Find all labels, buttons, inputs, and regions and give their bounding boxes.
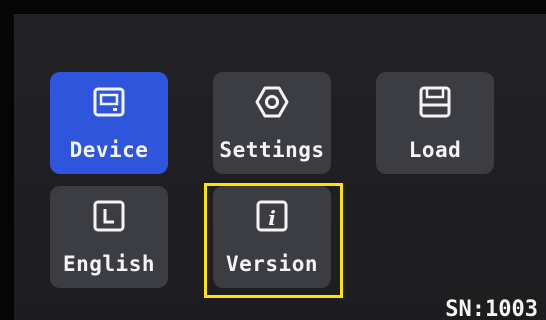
device-screen: Device Settings Load English i Version S… [14,14,546,320]
menu-tile-label: Settings [219,138,325,162]
menu-tile-label: English [62,252,155,276]
serial-number: SN:1003 [445,297,538,320]
menu-tile-english[interactable]: English [50,186,168,288]
selection-highlight [204,183,343,298]
device-icon [93,87,125,117]
menu-tile-label: Device [69,138,149,162]
menu-tile-label: Load [408,138,462,162]
menu-tile-device[interactable]: Device [50,72,168,174]
menu-tile-settings[interactable]: Settings [213,72,331,174]
language-L-icon [93,200,125,232]
hexagon-settings-icon [255,86,289,118]
floppy-disk-icon [419,86,451,118]
menu-tile-load[interactable]: Load [376,72,494,174]
